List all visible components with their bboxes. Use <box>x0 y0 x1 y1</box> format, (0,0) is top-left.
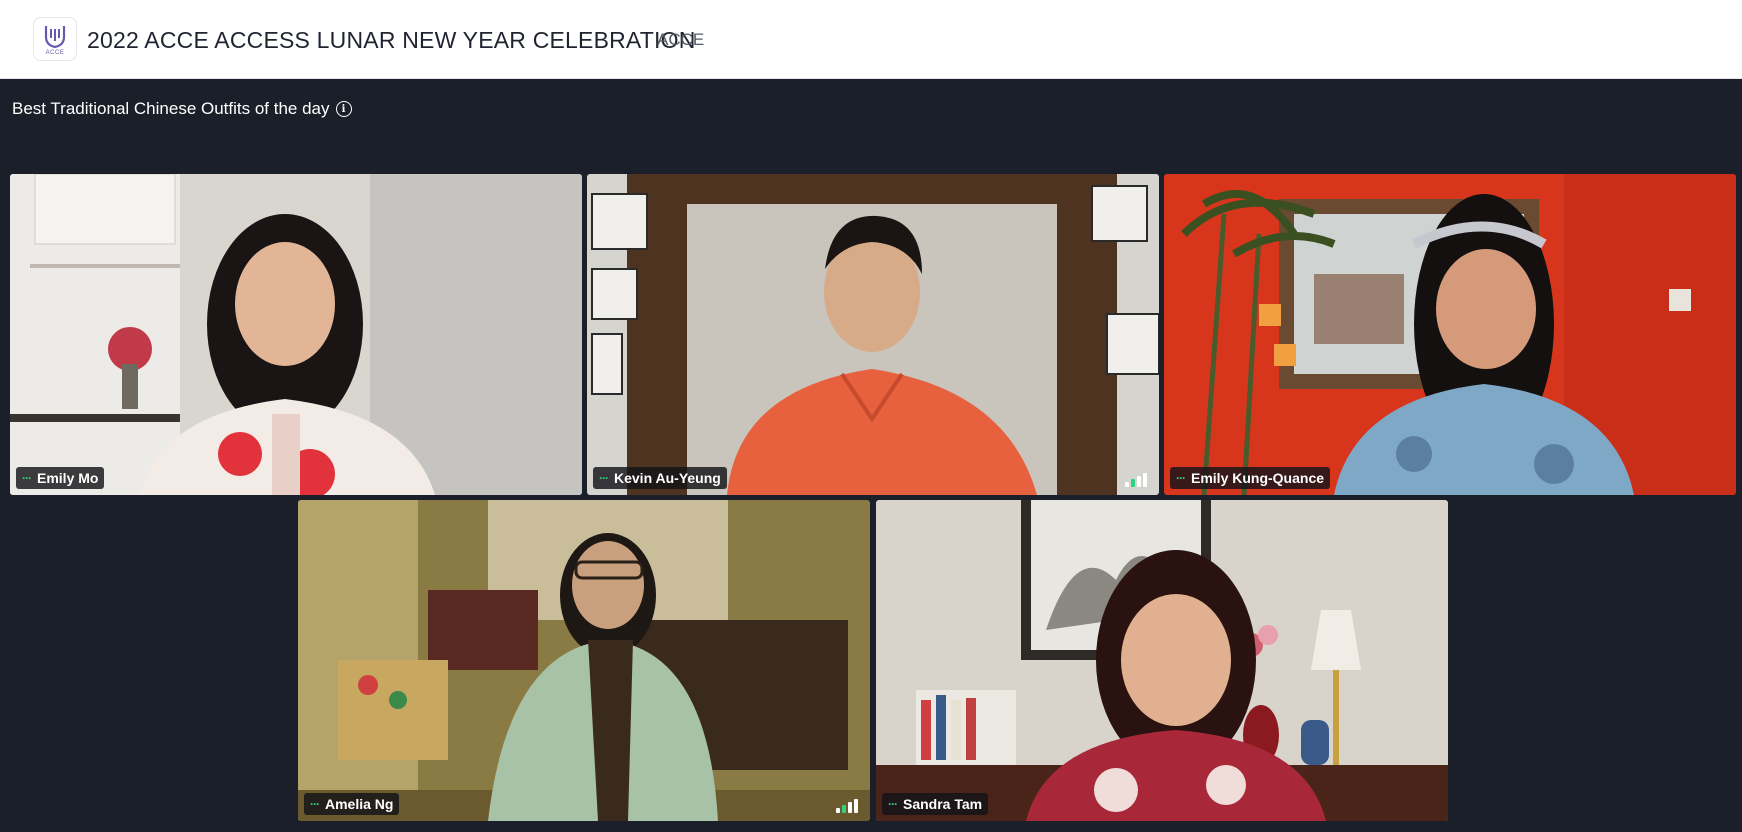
participant-video <box>1164 174 1736 495</box>
more-options-icon[interactable]: ··· <box>888 797 898 811</box>
organizer-label[interactable]: ACCE <box>657 30 704 50</box>
video-tile-emily-mo[interactable]: ··· Emily Mo <box>10 174 582 495</box>
video-tile-emily-kung-quance[interactable]: ··· Emily Kung-Quance <box>1164 174 1736 495</box>
participant-video <box>298 500 870 821</box>
video-tile-sandra-tam[interactable]: ··· Sandra Tam <box>876 500 1448 821</box>
signal-bars-icon <box>1125 473 1149 487</box>
more-options-icon[interactable]: ··· <box>310 797 320 811</box>
participant-video <box>10 174 582 495</box>
participant-name-tag: ··· Kevin Au-Yeung <box>593 467 727 489</box>
top-bar: ACCE 2022 ACCE ACCESS LUNAR NEW YEAR CEL… <box>0 0 1742 79</box>
session-title-text: Best Traditional Chinese Outfits of the … <box>12 99 330 118</box>
participant-name-tag: ··· Amelia Ng <box>304 793 400 815</box>
logo-text: ACCE <box>45 49 65 56</box>
video-stage: Best Traditional Chinese Outfits of the … <box>2 79 1742 832</box>
participant-name: Sandra Tam <box>903 796 983 812</box>
session-title: Best Traditional Chinese Outfits of the … <box>12 99 352 119</box>
participant-name-tag: ··· Sandra Tam <box>882 793 989 815</box>
more-options-icon[interactable]: ··· <box>599 471 609 485</box>
participant-name: Amelia Ng <box>325 796 394 812</box>
event-title: 2022 ACCE ACCESS LUNAR NEW YEAR CELEBRAT… <box>87 27 696 53</box>
participant-name-tag: ··· Emily Kung-Quance <box>1170 467 1331 489</box>
info-circle-icon[interactable]: i <box>335 101 352 117</box>
participant-video <box>587 174 1159 495</box>
video-tile-kevin-au-yeung[interactable]: ··· Kevin Au-Yeung <box>587 174 1159 495</box>
acce-logo-icon <box>44 25 66 48</box>
video-tile-amelia-ng[interactable]: ··· Amelia Ng <box>298 500 870 821</box>
participant-name: Emily Kung-Quance <box>1191 470 1325 486</box>
more-options-icon[interactable]: ··· <box>22 471 32 485</box>
participant-video <box>876 500 1448 821</box>
participant-name: Kevin Au-Yeung <box>614 470 721 486</box>
more-options-icon[interactable]: ··· <box>1176 471 1186 485</box>
participant-name: Emily Mo <box>37 470 99 486</box>
signal-bars-icon <box>836 799 860 813</box>
participant-name-tag: ··· Emily Mo <box>16 467 105 489</box>
acce-logo[interactable]: ACCE <box>33 17 77 61</box>
